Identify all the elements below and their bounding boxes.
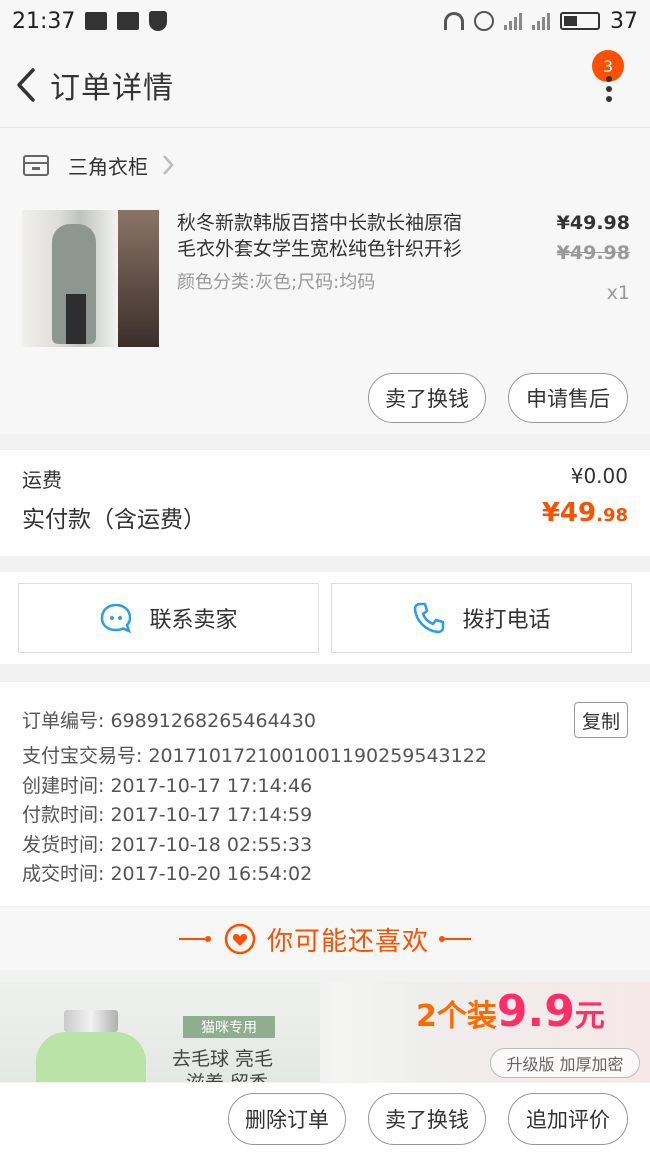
call-phone-label: 拨打电话 xyxy=(462,608,551,633)
bottle-image xyxy=(36,1032,146,1082)
bottle-cap xyxy=(64,1010,118,1032)
order-item-card: 三角衣柜 秋冬新款韩版百搭中长款长袖原宿 毛衣外套女学生宽松纯色针织开衫 颜色分… xyxy=(0,128,650,434)
contact-section: 联系卖家 拨打电话 xyxy=(0,572,650,664)
contact-seller-button[interactable]: 联系卖家 xyxy=(18,583,319,653)
after-sale-button[interactable]: 申请售后 xyxy=(508,373,628,423)
battery-icon xyxy=(560,12,600,30)
completed-time: 成交时间: 2017-10-20 16:54:02 xyxy=(22,863,313,885)
chevron-right-icon xyxy=(163,155,174,175)
chat-bubble-icon xyxy=(101,603,132,634)
image-icon xyxy=(85,12,108,30)
product-quantity: x1 xyxy=(606,282,630,304)
promo-text: 2个装9.9元 xyxy=(416,986,605,1037)
product-price: ¥49.98 xyxy=(556,212,630,234)
promo-subtitle: 升级版 加厚加密 xyxy=(490,1048,640,1078)
shipping-value: ¥0.00 xyxy=(570,464,628,488)
recommend-desc-1: 去毛球 亮毛 xyxy=(172,1048,274,1070)
signal-4g-icon xyxy=(532,12,550,30)
alipay-trade-number: 支付宝交易号: 2017101721001001190259543122 xyxy=(22,745,487,767)
navigation-bar: 订单详情 3 xyxy=(0,42,650,128)
heart-icon xyxy=(224,923,256,955)
call-phone-button[interactable]: 拨打电话 xyxy=(331,583,632,653)
decor-line-left xyxy=(178,936,211,942)
alarm-icon xyxy=(474,11,494,31)
back-icon[interactable] xyxy=(6,42,46,128)
recommend-desc-2: 滋养 留香 xyxy=(186,1068,268,1082)
recommend-tag: 猫咪专用 xyxy=(183,1016,275,1038)
order-number: 订单编号: 69891268265464430 xyxy=(22,710,316,732)
resell-button[interactable]: 卖了换钱 xyxy=(368,373,486,423)
shipped-time: 发货时间: 2017-10-18 02:55:33 xyxy=(22,833,313,856)
paid-amount: ¥49.98 xyxy=(541,498,628,528)
shipping-label: 运费 xyxy=(22,468,62,492)
status-bar: 21:37 37 xyxy=(0,0,650,42)
recommend-header: 你可能还喜欢 xyxy=(0,908,650,970)
headset-icon xyxy=(444,12,464,30)
battery-level: 37 xyxy=(610,8,638,34)
phone-icon xyxy=(414,602,445,634)
bottom-action-bar: 删除订单 卖了换钱 追加评价 xyxy=(0,1083,650,1155)
recommend-product-right[interactable]: 2个装9.9元 升级版 加厚加密 xyxy=(330,982,650,1082)
recommend-product-left[interactable]: 猫咪专用 去毛球 亮毛 滋养 留香 xyxy=(0,982,320,1082)
news-icon xyxy=(117,12,140,30)
payment-summary: 运费 ¥0.00 实付款（含运费） ¥49.98 xyxy=(0,450,650,556)
resell-bottom-button[interactable]: 卖了换钱 xyxy=(368,1093,486,1145)
order-info: 订单编号: 69891268265464430 支付宝交易号: 20171017… xyxy=(0,682,650,906)
page-title: 订单详情 xyxy=(50,70,174,106)
decor-line-right xyxy=(439,936,471,942)
add-review-button[interactable]: 追加评价 xyxy=(508,1093,628,1145)
recommend-title: 你可能还喜欢 xyxy=(266,926,429,957)
shop-name: 三角衣柜 xyxy=(68,154,148,179)
product-original-price: ¥49.98 xyxy=(556,242,630,264)
paid-time: 付款时间: 2017-10-17 17:14:59 xyxy=(22,804,313,826)
more-menu-button[interactable]: 3 xyxy=(578,50,628,112)
shop-link[interactable]: 三角衣柜 xyxy=(0,128,650,202)
paid-label: 实付款（含运费） xyxy=(22,507,206,533)
delete-order-button[interactable]: 删除订单 xyxy=(228,1093,346,1145)
store-icon xyxy=(23,155,49,176)
signal-icon xyxy=(504,12,522,30)
created-time: 创建时间: 2017-10-17 17:14:46 xyxy=(22,774,313,797)
contact-seller-label: 联系卖家 xyxy=(149,608,238,633)
product-image[interactable] xyxy=(22,210,159,347)
more-dots-icon xyxy=(606,76,612,102)
product-row[interactable]: 秋冬新款韩版百搭中长款长袖原宿 毛衣外套女学生宽松纯色针织开衫 颜色分类:灰色;… xyxy=(22,210,630,350)
copy-button[interactable]: 复制 xyxy=(574,702,628,738)
product-title: 秋冬新款韩版百搭中长款长袖原宿 毛衣外套女学生宽松纯色针织开衫 xyxy=(177,212,463,260)
product-spec: 颜色分类:灰色;尺码:均码 xyxy=(177,272,376,293)
status-time: 21:37 xyxy=(12,8,76,34)
shield-icon xyxy=(149,11,168,31)
